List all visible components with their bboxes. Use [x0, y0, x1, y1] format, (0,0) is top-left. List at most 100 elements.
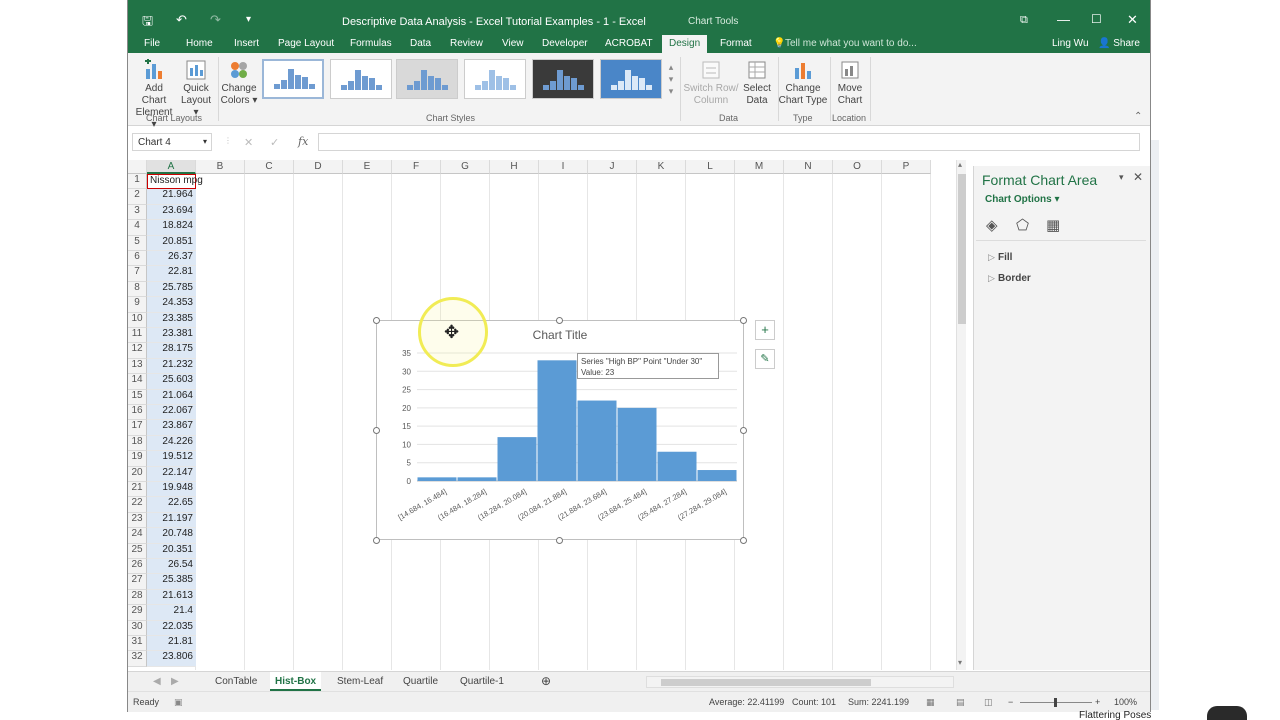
data-cell[interactable]: 24.226 [147, 435, 196, 452]
maximize-icon[interactable]: ☐ [1091, 12, 1102, 26]
tell-me-search[interactable]: Tell me what you want to do... [785, 38, 917, 49]
row-header[interactable]: 25 [128, 543, 147, 559]
data-cell[interactable]: 23.806 [147, 651, 196, 667]
row-header[interactable]: 19 [128, 451, 147, 467]
data-cell[interactable]: 22.65 [147, 497, 196, 513]
row-header[interactable]: 8 [128, 281, 147, 298]
data-cell[interactable]: 20.748 [147, 528, 196, 544]
close-icon[interactable]: ✕ [1127, 12, 1138, 28]
resize-handle[interactable] [556, 317, 563, 324]
share-button[interactable]: 👤 Share [1098, 38, 1140, 49]
size-properties-icon[interactable]: ▦ [1046, 216, 1060, 234]
tab-acrobat[interactable]: ACROBAT [605, 38, 653, 49]
data-cell[interactable]: 24.353 [147, 297, 196, 313]
tab-design[interactable]: Design [662, 35, 708, 53]
switch-row-column-button[interactable]: Switch Row/ Column [682, 59, 740, 107]
name-box-dropdown-icon[interactable]: ▾ [203, 137, 207, 146]
chart-style-2[interactable] [330, 59, 392, 99]
chart-elements-plus-icon[interactable]: + [755, 320, 775, 340]
quick-layout-button[interactable]: Quick Layout ▾ [178, 59, 214, 119]
data-cell[interactable]: 22.147 [147, 466, 196, 482]
horizontal-scroll-thumb[interactable] [661, 679, 871, 686]
formula-input[interactable] [318, 133, 1140, 151]
column-header-d[interactable]: D [294, 160, 343, 174]
row-header[interactable]: 21 [128, 482, 147, 498]
header-cell[interactable]: Nisson mpg [147, 174, 203, 190]
zoom-slider-thumb[interactable] [1054, 698, 1057, 707]
tab-data[interactable]: Data [410, 38, 431, 49]
data-cell[interactable]: 21.964 [147, 189, 196, 205]
data-cell[interactable]: 23.867 [147, 420, 196, 436]
column-header-m[interactable]: M [735, 160, 784, 174]
row-header[interactable]: 13 [128, 358, 147, 375]
row-header[interactable]: 1 [128, 174, 147, 190]
row-header[interactable]: 23 [128, 512, 147, 529]
data-cell[interactable]: 22.035 [147, 620, 196, 636]
data-cell[interactable]: 21.232 [147, 358, 196, 375]
column-header-k[interactable]: K [637, 160, 686, 174]
border-expand-icon[interactable]: ▷ [988, 273, 995, 284]
tab-review[interactable]: Review [450, 38, 483, 49]
effects-icon[interactable]: ⬠ [1016, 216, 1029, 234]
macro-record-icon[interactable]: ▣ [174, 697, 183, 708]
scroll-down-icon[interactable]: ▾ [958, 658, 962, 667]
data-cell[interactable]: 21.81 [147, 636, 196, 652]
tab-file[interactable]: File [144, 38, 160, 49]
data-cell[interactable]: 28.175 [147, 343, 196, 359]
change-colors-button[interactable]: Change Colors ▾ [220, 59, 258, 107]
row-header[interactable]: 24 [128, 528, 147, 544]
row-header[interactable]: 3 [128, 204, 147, 221]
row-header[interactable]: 31 [128, 636, 147, 652]
tab-page-layout[interactable]: Page Layout [278, 38, 334, 49]
row-header[interactable]: 20 [128, 466, 147, 482]
chart-style-5[interactable] [532, 59, 594, 99]
insert-function-icon[interactable]: fx [298, 135, 308, 148]
row-header[interactable]: 11 [128, 328, 147, 344]
row-header[interactable]: 26 [128, 559, 147, 575]
vertical-scroll-thumb[interactable] [958, 174, 966, 324]
normal-view-icon[interactable]: ▦ [926, 697, 935, 708]
chart-styles-brush-icon[interactable]: ✎ [755, 349, 775, 369]
resize-handle[interactable] [740, 317, 747, 324]
vertical-scrollbar[interactable]: ▴ ▾ [956, 160, 966, 670]
column-header-a[interactable]: A [147, 160, 196, 174]
sheet-nav-prev-icon[interactable]: ◀ [148, 674, 166, 689]
data-cell[interactable]: 21.4 [147, 605, 196, 621]
select-data-button[interactable]: Select Data [740, 59, 774, 107]
chart-style-6[interactable] [600, 59, 662, 99]
border-section[interactable]: Border [998, 273, 1031, 284]
zoom-level[interactable]: 100% [1114, 697, 1137, 707]
column-header-f[interactable]: F [392, 160, 441, 174]
row-header[interactable]: 18 [128, 435, 147, 452]
tab-home[interactable]: Home [186, 38, 213, 49]
data-cell[interactable]: 19.512 [147, 451, 196, 467]
zoom-in-icon[interactable]: + [1095, 697, 1100, 707]
row-header[interactable]: 15 [128, 389, 147, 405]
row-header[interactable]: 10 [128, 312, 147, 328]
qat-customize-icon[interactable]: ▾ [246, 14, 251, 25]
chart-style-1[interactable] [262, 59, 324, 99]
row-header[interactable]: 30 [128, 620, 147, 636]
enter-icon[interactable]: ✓ [270, 136, 279, 149]
pane-options-dropdown-icon[interactable]: ▾ [1119, 172, 1124, 183]
row-header[interactable]: 27 [128, 574, 147, 590]
pane-close-icon[interactable]: ✕ [1133, 170, 1143, 184]
scroll-up-icon[interactable]: ▴ [958, 160, 962, 169]
tab-format[interactable]: Format [720, 38, 752, 49]
page-layout-view-icon[interactable]: ▤ [956, 697, 965, 708]
data-cell[interactable]: 25.603 [147, 374, 196, 390]
row-header[interactable]: 5 [128, 235, 147, 251]
column-header-o[interactable]: O [833, 160, 882, 174]
change-chart-type-button[interactable]: Change Chart Type [778, 59, 828, 107]
cancel-icon[interactable]: ✕ [244, 136, 253, 149]
row-header[interactable]: 2 [128, 189, 147, 205]
row-header[interactable]: 32 [128, 651, 147, 667]
row-header[interactable]: 7 [128, 266, 147, 282]
data-cell[interactable]: 25.385 [147, 574, 196, 590]
column-header-b[interactable]: B [196, 160, 245, 174]
tab-formulas[interactable]: Formulas [350, 38, 392, 49]
data-cell[interactable]: 21.197 [147, 512, 196, 529]
resize-handle[interactable] [740, 537, 747, 544]
name-box[interactable]: Chart 4 ▾ [132, 133, 212, 151]
row-header[interactable]: 12 [128, 343, 147, 359]
